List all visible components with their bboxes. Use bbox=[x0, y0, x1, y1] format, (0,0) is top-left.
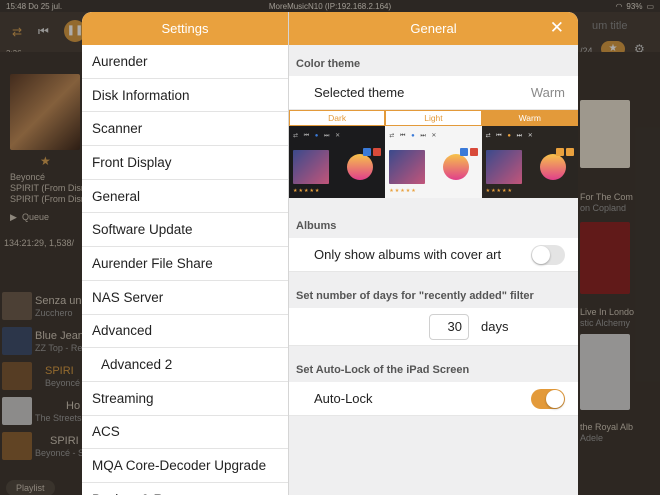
general-header: General ✕ bbox=[289, 12, 578, 45]
settings-menu-item[interactable]: MQA Core-Decoder Upgrade bbox=[82, 449, 288, 483]
theme-option-label: Warm bbox=[481, 110, 578, 126]
days-unit: days bbox=[481, 319, 509, 334]
theme-option-warm[interactable]: Warm ⇄ ⏮ ● ⏭ ✕ ★★★★★ bbox=[481, 110, 578, 198]
general-pane: General ✕ Color theme Selected theme War… bbox=[289, 12, 578, 495]
settings-menu-item[interactable]: ACS bbox=[82, 416, 288, 450]
albums-section-title: Albums bbox=[296, 220, 337, 232]
cover-art-row: Only show albums with cover art bbox=[289, 238, 578, 272]
preview-icons bbox=[363, 148, 382, 156]
cover-art-toggle[interactable] bbox=[531, 244, 565, 265]
preview-stars-icon: ★★★★★ bbox=[293, 188, 321, 194]
selected-theme-label: Selected theme bbox=[314, 85, 405, 100]
preview-stars-icon: ★★★★★ bbox=[389, 188, 417, 194]
settings-title: Settings bbox=[161, 21, 209, 36]
preview-cover bbox=[485, 150, 522, 184]
preview-cover bbox=[293, 150, 329, 184]
settings-menu-item[interactable]: Backup & Restore bbox=[82, 483, 288, 495]
preview-stars-icon: ★★★★★ bbox=[485, 188, 514, 194]
settings-menu-item[interactable]: Disk Information bbox=[82, 79, 288, 113]
days-input[interactable]: 30 bbox=[429, 313, 469, 340]
general-title: General bbox=[410, 21, 457, 36]
close-icon[interactable]: ✕ bbox=[550, 19, 564, 37]
settings-menu-item[interactable]: Software Update bbox=[82, 213, 288, 248]
preview-icons bbox=[555, 148, 574, 156]
preview-controls-icon: ⇄ ⏮ ● ⏭ ✕ bbox=[485, 133, 535, 139]
theme-preview-light: ⇄ ⏮ ● ⏭ ✕ ★★★★★ bbox=[385, 126, 482, 198]
preview-controls-icon: ⇄ ⏮ ● ⏭ ✕ bbox=[293, 133, 343, 139]
theme-picker: Dark ⇄ ⏮ ● ⏭ ✕ ★★★★★ Light ⇄ ⏮ ● ⏭ ✕ ★★★… bbox=[289, 110, 578, 198]
preview-art bbox=[539, 154, 566, 180]
theme-preview-warm: ⇄ ⏮ ● ⏭ ✕ ★★★★★ bbox=[481, 126, 578, 198]
settings-menu-item[interactable]: Advanced bbox=[82, 315, 288, 349]
theme-preview-dark: ⇄ ⏮ ● ⏭ ✕ ★★★★★ bbox=[289, 126, 386, 198]
settings-menu-pane: Settings Aurender Disk Information Scanner… bbox=[82, 12, 289, 495]
recently-added-section-title: Set number of days for "recently added" … bbox=[296, 290, 534, 302]
auto-lock-row: Auto-Lock bbox=[289, 382, 578, 416]
theme-option-label: Dark bbox=[289, 110, 386, 126]
settings-menu-item[interactable]: NAS Server bbox=[82, 281, 288, 315]
theme-option-dark[interactable]: Dark ⇄ ⏮ ● ⏭ ✕ ★★★★★ bbox=[289, 110, 386, 198]
settings-menu-item[interactable]: Advanced 2 bbox=[82, 348, 288, 382]
auto-lock-toggle[interactable] bbox=[531, 388, 565, 409]
settings-menu-item[interactable]: Streaming bbox=[82, 382, 288, 416]
cover-art-label: Only show albums with cover art bbox=[314, 247, 502, 262]
preview-cover bbox=[389, 150, 426, 184]
settings-menu-item[interactable]: Aurender bbox=[82, 45, 288, 79]
settings-menu-item[interactable]: Scanner bbox=[82, 112, 288, 147]
preview-controls-icon: ⇄ ⏮ ● ⏭ ✕ bbox=[389, 133, 439, 139]
recently-added-row: 30 days bbox=[289, 308, 578, 346]
auto-lock-label: Auto-Lock bbox=[314, 391, 373, 406]
preview-art bbox=[347, 154, 373, 180]
preview-icons bbox=[459, 148, 478, 156]
settings-header: Settings bbox=[82, 12, 288, 45]
theme-option-light[interactable]: Light ⇄ ⏮ ● ⏭ ✕ ★★★★★ bbox=[385, 110, 482, 198]
color-theme-section-title: Color theme bbox=[296, 58, 361, 70]
preview-art bbox=[443, 154, 470, 180]
auto-lock-section-title: Set Auto-Lock of the iPad Screen bbox=[296, 364, 470, 376]
settings-menu-item[interactable]: General bbox=[82, 180, 288, 214]
theme-option-label: Light bbox=[385, 110, 482, 126]
settings-menu-item[interactable]: Front Display bbox=[82, 146, 288, 180]
settings-menu-item[interactable]: Aurender File Share bbox=[82, 247, 288, 281]
settings-menu: Aurender Disk Information Scanner Front Dis… bbox=[82, 45, 288, 495]
selected-theme-row: Selected theme Warm bbox=[289, 76, 578, 110]
settings-modal: Settings Aurender Disk Information Scanner… bbox=[82, 12, 578, 495]
selected-theme-value: Warm bbox=[530, 85, 565, 100]
